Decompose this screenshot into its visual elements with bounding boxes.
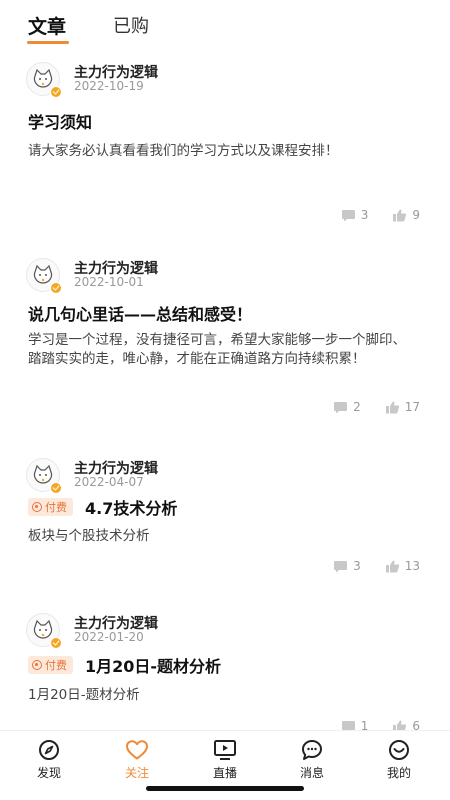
comment-icon — [334, 560, 348, 572]
title-row: 学习须知 — [28, 109, 92, 133]
title-row: 说几句心里话——总结和感受！ — [28, 301, 252, 325]
article-card[interactable]: 主力行为逻辑 2022-01-20 付费 1月20日-题材分析 1月20日-题材… — [0, 603, 450, 730]
like-count-value: 13 — [404, 559, 420, 573]
avatar[interactable] — [26, 62, 62, 98]
article-stats: 2 17 — [309, 400, 420, 414]
chat-bubble-icon — [302, 740, 322, 760]
paid-label: 付费 — [45, 501, 67, 514]
article-summary: 学习是一个过程，没有捷径可言，希望大家能够一步一个脚印、踏踏实实的走，唯心静，才… — [28, 332, 406, 367]
paid-badge: 付费 — [28, 656, 73, 674]
article-stats: 3 9 — [317, 208, 420, 222]
avatar[interactable] — [26, 258, 62, 294]
article-card[interactable]: 主力行为逻辑 2022-10-01 说几句心里话——总结和感受！ 学习是一个过程… — [0, 248, 450, 448]
like-count-value: 17 — [404, 400, 420, 414]
nav-label: 直播 — [212, 766, 237, 780]
nav-profile[interactable]: 我的 — [369, 739, 429, 781]
nav-label: 发现 — [36, 766, 61, 780]
cat-avatar-icon — [33, 619, 53, 639]
tab-articles[interactable]: 文章 — [28, 12, 66, 39]
cat-avatar-icon — [33, 464, 53, 484]
article-card[interactable]: 主力行为逻辑 2022-04-07 付费 4.7技术分析 板块与个股技术分析 3… — [0, 448, 450, 603]
thumbs-up-icon — [385, 401, 399, 413]
avatar[interactable] — [26, 458, 62, 494]
post-date: 2022-10-01 — [74, 275, 144, 289]
article-title[interactable]: 学习须知 — [28, 109, 92, 133]
comment-count-value: 3 — [360, 208, 369, 222]
like-count[interactable]: 17 — [385, 400, 420, 414]
article-feed[interactable]: 主力行为逻辑 2022-10-19 学习须知 请大家务必认真看看我们的学习方式以… — [0, 52, 450, 730]
thumbs-up-icon — [385, 560, 399, 572]
thumbs-up-icon — [393, 720, 407, 730]
nav-label: 关注 — [124, 766, 149, 780]
comment-icon — [341, 720, 355, 730]
paid-icon — [32, 502, 42, 512]
article-stats: 3 13 — [309, 559, 420, 573]
nav-discover[interactable]: 发现 — [19, 739, 79, 781]
verified-badge-icon — [50, 86, 62, 98]
thumbs-up-icon — [393, 209, 407, 221]
comment-count-value: 2 — [353, 400, 361, 414]
title-row: 付费 4.7技术分析 — [28, 495, 177, 519]
comment-count[interactable]: 3 — [333, 559, 361, 573]
top-tabs: 文章 已购 — [0, 0, 450, 52]
nav-label: 我的 — [386, 766, 411, 780]
comment-icon — [334, 401, 348, 413]
like-count[interactable]: 13 — [385, 559, 420, 573]
compass-icon — [39, 740, 59, 760]
post-date: 2022-01-20 — [74, 630, 144, 644]
comment-count[interactable]: 1 — [341, 719, 369, 730]
like-count-value: 9 — [412, 208, 420, 222]
article-summary: 请大家务必认真看看我们的学习方式以及课程安排！ — [28, 143, 339, 159]
nav-following[interactable]: 关注 — [107, 739, 167, 781]
article-title[interactable]: 4.7技术分析 — [85, 495, 177, 519]
article-summary: 板块与个股技术分析 — [28, 528, 150, 544]
verified-badge-icon — [50, 637, 62, 649]
comment-count-value: 1 — [360, 719, 369, 730]
like-count[interactable]: 9 — [392, 208, 420, 222]
article-card[interactable]: 主力行为逻辑 2022-10-19 学习须知 请大家务必认真看看我们的学习方式以… — [0, 52, 450, 248]
like-count[interactable]: 6 — [392, 719, 420, 730]
paid-label: 付费 — [45, 659, 67, 672]
comment-count[interactable]: 3 — [341, 208, 369, 222]
title-row: 付费 1月20日-题材分析 — [28, 653, 221, 677]
verified-badge-icon — [50, 282, 62, 294]
comment-count[interactable]: 2 — [333, 400, 361, 414]
nav-messages[interactable]: 消息 — [282, 739, 342, 781]
post-date: 2022-10-19 — [74, 79, 144, 93]
avatar[interactable] — [26, 613, 62, 649]
nav-live[interactable]: 直播 — [195, 739, 255, 781]
article-stats: 1 6 — [317, 719, 420, 730]
active-tab-indicator — [27, 41, 69, 44]
heart-icon — [126, 740, 148, 760]
cat-avatar-icon — [33, 68, 53, 88]
verified-badge-icon — [50, 482, 62, 494]
cat-avatar-icon — [33, 264, 53, 284]
comment-count-value: 3 — [353, 559, 361, 573]
smile-face-icon — [389, 740, 409, 760]
paid-badge: 付费 — [28, 498, 73, 516]
paid-icon — [32, 660, 42, 670]
post-date: 2022-04-07 — [74, 475, 144, 489]
like-count-value: 6 — [412, 719, 420, 730]
nav-label: 消息 — [299, 766, 324, 780]
home-indicator — [146, 786, 304, 791]
tab-purchased[interactable]: 已购 — [113, 12, 149, 38]
comment-icon — [341, 209, 355, 221]
article-title[interactable]: 1月20日-题材分析 — [85, 653, 221, 677]
article-title[interactable]: 说几句心里话——总结和感受！ — [28, 301, 252, 325]
tv-play-icon — [214, 740, 236, 760]
article-summary: 1月20日-题材分析 — [28, 687, 140, 703]
